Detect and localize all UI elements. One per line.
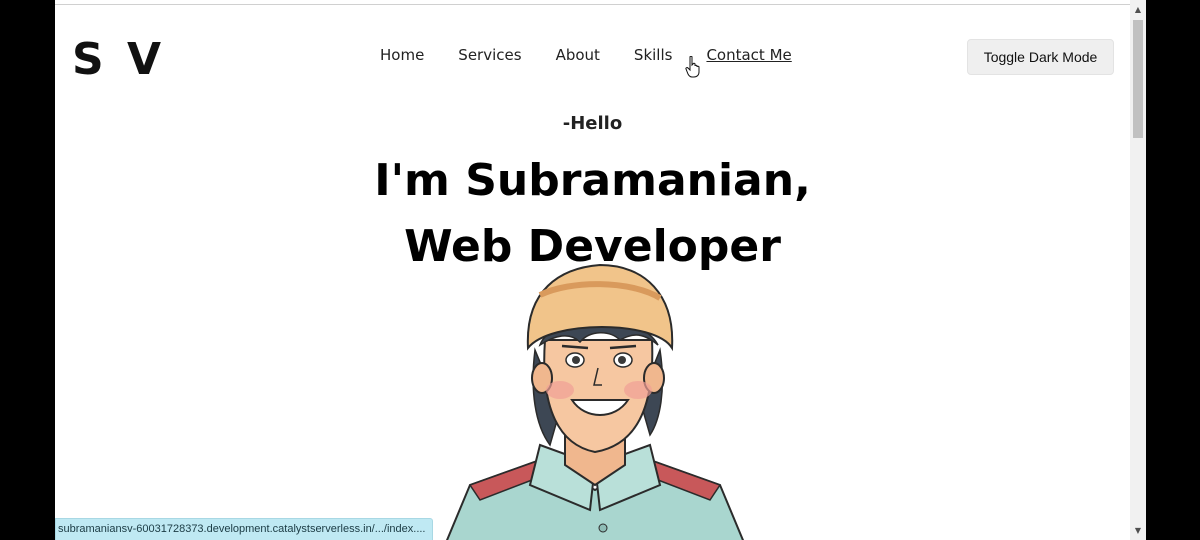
vertical-scrollbar[interactable]: ▲ ▼ (1130, 0, 1146, 540)
main-nav: Home Services About Skills Contact Me (380, 46, 792, 64)
status-bar-url: subramaniansv-60031728373.development.ca… (55, 518, 433, 540)
toggle-dark-mode-button[interactable]: Toggle Dark Mode (967, 39, 1114, 75)
scroll-down-arrow-icon[interactable]: ▼ (1130, 523, 1146, 539)
nav-home[interactable]: Home (380, 46, 424, 64)
site-logo[interactable]: S V (72, 34, 165, 85)
avatar-illustration (446, 263, 744, 540)
hand-pointer-icon (685, 56, 700, 78)
hero-greeting: -Hello (562, 113, 623, 134)
nav-about[interactable]: About (556, 46, 600, 64)
nav-contact-me[interactable]: Contact Me (706, 46, 791, 64)
headline-line-1: I'm Subramanian, (374, 155, 811, 206)
scroll-thumb[interactable] (1133, 20, 1143, 138)
top-divider (55, 4, 1130, 5)
scroll-up-arrow-icon[interactable]: ▲ (1130, 2, 1146, 18)
nav-services[interactable]: Services (458, 46, 521, 64)
browser-viewport: S V Home Services About Skills Contact M… (55, 0, 1130, 540)
nav-skills[interactable]: Skills (634, 46, 673, 64)
